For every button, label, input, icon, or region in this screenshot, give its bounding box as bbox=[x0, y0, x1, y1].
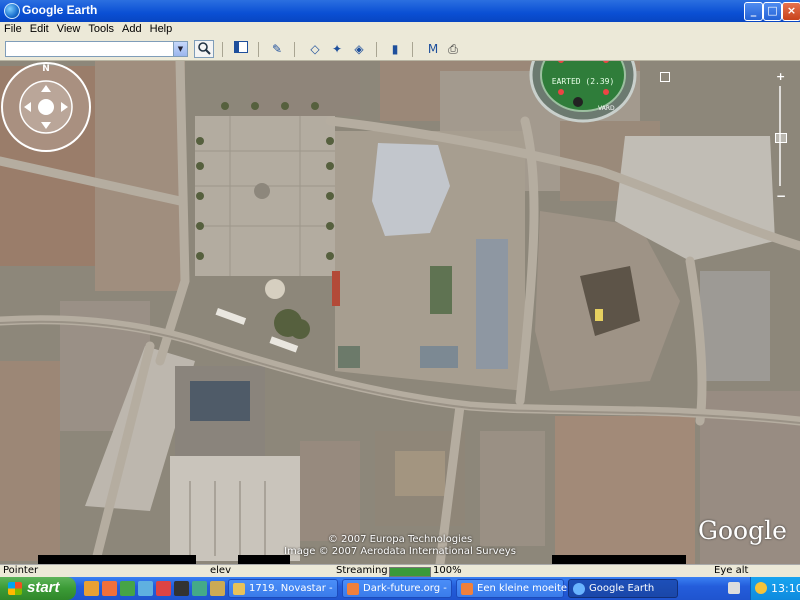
menu-file[interactable]: File bbox=[0, 22, 26, 35]
map-view[interactable]: EARTED (2.39) VARD N + − © 2007 Europa T… bbox=[0, 61, 800, 564]
window-title: Google Earth bbox=[22, 3, 98, 17]
expand-icon[interactable] bbox=[660, 72, 670, 82]
taskbar-item-een-kleine-moeite[interactable]: Een kleine moeite bbox=[456, 579, 568, 598]
firefox-icon bbox=[461, 583, 473, 595]
add-path-icon[interactable]: ◈ bbox=[350, 41, 368, 57]
close-button[interactable]: × bbox=[782, 2, 800, 21]
toolbar: ▼ ✎ ◇ ✦ ◈ ▮ M ⎙ bbox=[0, 38, 800, 61]
quicklaunch-explorer-icon[interactable] bbox=[138, 581, 153, 596]
overlay-gauge-text: EARTED (2.39) bbox=[552, 77, 615, 86]
system-tray: 13:10 bbox=[750, 577, 800, 600]
email-icon[interactable]: M bbox=[424, 41, 442, 57]
quicklaunch-firefox-icon[interactable] bbox=[102, 581, 117, 596]
copyright-line-1: © 2007 Europa Technologies bbox=[327, 534, 473, 545]
toolbar-separator bbox=[294, 42, 295, 57]
quicklaunch-media-icon[interactable] bbox=[156, 581, 171, 596]
zoom-in-icon[interactable]: + bbox=[776, 70, 785, 83]
menu-bar: File Edit View Tools Add Help bbox=[0, 22, 800, 38]
task-label: Google Earth bbox=[589, 583, 655, 594]
overlay-gauge-icon: EARTED (2.39) VARD bbox=[529, 61, 637, 123]
navigation-compass[interactable]: N bbox=[0, 61, 92, 153]
tour-icon[interactable]: ✎ bbox=[268, 41, 286, 57]
streaming-percent: 100% bbox=[433, 565, 462, 576]
quicklaunch-app-icon[interactable] bbox=[84, 581, 99, 596]
google-logo: Google bbox=[698, 516, 787, 545]
start-label: start bbox=[27, 579, 60, 596]
tray-icon[interactable] bbox=[728, 582, 740, 594]
menu-view[interactable]: View bbox=[53, 22, 85, 35]
google-earth-icon bbox=[4, 3, 20, 19]
quicklaunch-messenger-icon[interactable] bbox=[120, 581, 135, 596]
streaming-progress-bar bbox=[389, 567, 431, 577]
google-earth-icon bbox=[573, 583, 585, 595]
toolbar-separator bbox=[376, 42, 377, 57]
taskbar-item-novastar[interactable]: 1719. Novastar - bbox=[228, 579, 338, 598]
satellite-imagery bbox=[0, 61, 800, 564]
menu-edit[interactable]: Edit bbox=[26, 22, 53, 35]
overlay-gauge-label: VARD bbox=[598, 105, 615, 112]
chevron-down-icon[interactable]: ▼ bbox=[173, 42, 187, 56]
search-button[interactable] bbox=[194, 40, 214, 58]
search-icon bbox=[198, 42, 211, 55]
clock[interactable]: 13:10 bbox=[771, 582, 800, 595]
toolbar-separator bbox=[258, 42, 259, 57]
print-icon[interactable]: ⎙ bbox=[444, 41, 462, 57]
zoom-out-icon[interactable]: − bbox=[776, 189, 786, 203]
add-polygon-icon[interactable]: ✦ bbox=[328, 41, 346, 57]
start-button[interactable]: start bbox=[0, 577, 76, 600]
toolbar-separator bbox=[412, 42, 413, 57]
minimize-button[interactable]: _ bbox=[744, 2, 763, 21]
menu-add[interactable]: Add bbox=[118, 22, 146, 35]
taskbar-item-dark-future[interactable]: Dark-future.org - bbox=[342, 579, 452, 598]
task-label: Dark-future.org - bbox=[363, 583, 447, 594]
menu-help[interactable]: Help bbox=[146, 22, 177, 35]
elev-label: elev bbox=[210, 565, 232, 576]
zoom-slider-thumb[interactable] bbox=[775, 133, 787, 143]
pointer-label: Pointer bbox=[3, 565, 39, 576]
title-bar[interactable]: Google Earth _ □ × bbox=[0, 0, 800, 22]
firefox-icon bbox=[347, 583, 359, 595]
search-input[interactable]: ▼ bbox=[5, 41, 188, 57]
taskbar: start 1719. Novastar - Dark-future.org -… bbox=[0, 577, 800, 600]
status-bar: Pointer elev Streaming 100% Eye alt bbox=[0, 564, 800, 578]
maximize-button[interactable]: □ bbox=[763, 2, 782, 21]
windows-flag-icon bbox=[8, 582, 22, 595]
quicklaunch-app2-icon[interactable] bbox=[174, 581, 189, 596]
security-icon[interactable] bbox=[755, 582, 767, 594]
menu-tools[interactable]: Tools bbox=[84, 22, 118, 35]
task-app-icon bbox=[233, 583, 245, 595]
quicklaunch-app3-icon[interactable] bbox=[192, 581, 207, 596]
toolbar-separator bbox=[222, 42, 223, 57]
sidebar-toggle-icon[interactable] bbox=[232, 41, 250, 57]
task-label: 1719. Novastar - bbox=[249, 583, 333, 594]
task-label: Een kleine moeite bbox=[477, 583, 568, 594]
ruler-icon[interactable]: ▮ bbox=[386, 41, 404, 57]
add-placemark-icon[interactable]: ◇ bbox=[306, 41, 324, 57]
taskbar-item-google-earth[interactable]: Google Earth bbox=[568, 579, 678, 598]
quicklaunch-app4-icon[interactable] bbox=[210, 581, 225, 596]
streaming-label: Streaming bbox=[336, 565, 388, 576]
north-indicator: N bbox=[42, 64, 50, 74]
eye-alt-label: Eye alt bbox=[714, 565, 749, 576]
